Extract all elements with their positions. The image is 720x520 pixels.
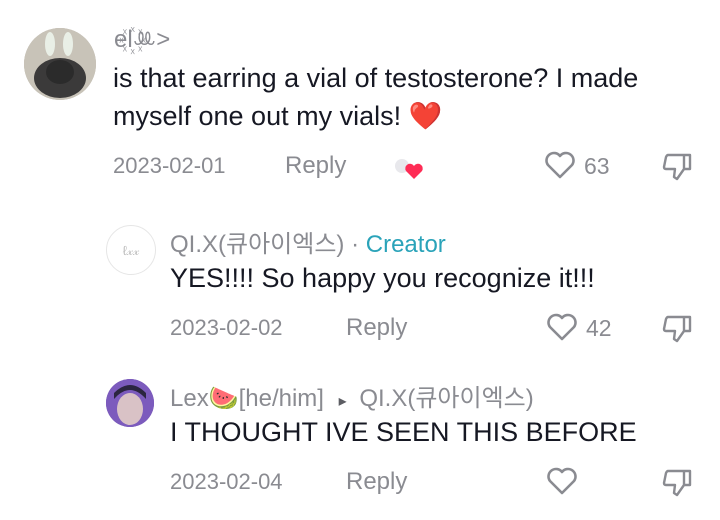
avatar[interactable] — [24, 28, 96, 100]
avatar[interactable]: ℓ𝓍𝓍 — [106, 225, 156, 275]
like-heart-icon[interactable] — [543, 148, 577, 182]
dislike-icon[interactable] — [660, 149, 694, 183]
comment-text: is that earring a vial of testosterone? … — [113, 63, 639, 131]
reply-arrow-icon: ▸ — [338, 393, 347, 410]
svg-text:ℓ𝓍𝓍: ℓ𝓍𝓍 — [123, 243, 140, 258]
like-count: 63 — [584, 153, 610, 179]
comment-username[interactable]: Lex🍉[he/him] — [170, 385, 324, 412]
comment-username-row: Lex🍉[he/him] ▸ QI.X(큐아이엑스) — [170, 378, 534, 413]
comment-text: YES!!!! So happy you recognize it!!! — [170, 263, 595, 293]
separator: · — [351, 231, 360, 258]
reply-to-username[interactable]: QI.X(큐아이엑스) — [359, 385, 533, 412]
reply-button[interactable]: Reply — [346, 314, 407, 342]
creator-badge: Creator — [365, 231, 446, 258]
like-count: 42 — [586, 315, 612, 341]
comment-text: I THOUGHT IVE SEEN THIS BEFORE — [170, 417, 637, 447]
dislike-icon[interactable] — [660, 465, 694, 499]
reply-button[interactable]: Reply — [346, 468, 407, 496]
creator-liked-icon — [392, 156, 426, 182]
avatar[interactable] — [106, 379, 154, 427]
like-heart-icon[interactable] — [545, 310, 579, 344]
comment-username[interactable]: QI.X(큐아이엑스) — [170, 231, 344, 258]
dislike-icon[interactable] — [660, 311, 694, 345]
comment-username[interactable]: el꙰ꔛ> — [114, 22, 170, 55]
reply-button[interactable]: Reply — [285, 152, 346, 180]
comment-date: 2023-02-04 — [170, 469, 283, 494]
comment-date: 2023-02-01 — [113, 153, 226, 178]
like-heart-icon[interactable] — [545, 464, 579, 498]
comment-date: 2023-02-02 — [170, 315, 283, 340]
comment-username-row: QI.X(큐아이엑스) · Creator — [170, 224, 446, 259]
